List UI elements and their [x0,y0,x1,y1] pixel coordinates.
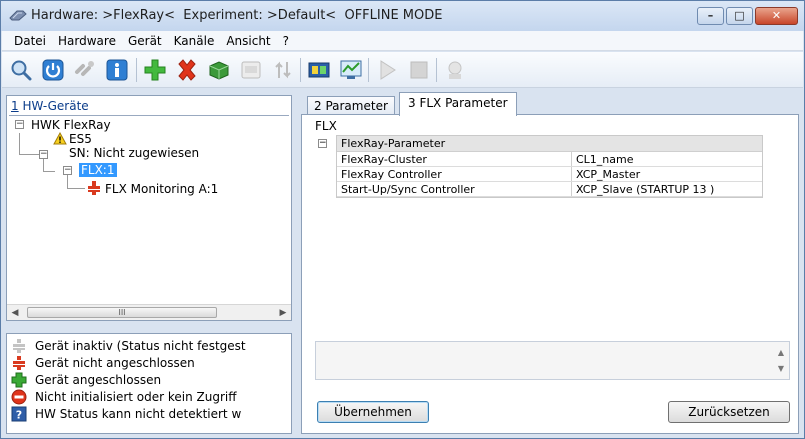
play-icon [374,57,400,83]
panel-title: 1 HW-Geräte [11,99,89,113]
close-icon: ✕ [771,9,782,22]
window-title: Hardware: >FlexRay< Experiment: >Default… [31,8,443,23]
table-row[interactable]: FlexRay-Cluster CL1_name [337,152,762,167]
flx-parameter-panel: FLX − FlexRay-Parameter FlexRay-Cluster … [301,114,799,434]
param-key: FlexRay-Cluster [337,152,572,166]
stop-icon [406,57,432,83]
search-icon[interactable] [8,57,34,83]
minimize-icon: – [707,9,714,22]
collapse-group-icon[interactable]: − [318,139,327,148]
menu-help[interactable]: ? [277,32,295,50]
legend-text-unknown: HW Status kann nicht detektiert w [35,407,242,421]
reset-button[interactable]: Zurücksetzen [668,401,790,423]
close-button[interactable]: ✕ [755,7,798,25]
monitor-icon[interactable] [338,57,364,83]
tree-node-root[interactable]: HWK FlexRay [31,118,111,132]
expand-es5-icon[interactable]: − [39,150,48,159]
section-label: FLX [315,119,337,133]
transfer-icon [270,57,296,83]
menu-kanaele[interactable]: Kanäle [168,32,221,50]
legend-text-not-connected: Gerät nicht angeschlossen [35,356,195,370]
not-connected-icon [11,355,27,371]
param-key: Start-Up/Sync Controller [337,182,572,196]
expand-flx-icon[interactable]: − [63,166,72,175]
expand-root-icon[interactable]: − [15,120,24,129]
legend-text-connected: Gerät angeschlossen [35,373,162,387]
info-icon[interactable] [104,57,130,83]
legend-row-unknown: ? HW Status kann nicht detektiert w [11,406,241,422]
scroll-thumb[interactable]: III [27,307,217,318]
legend-text-no-access: Nicht initialisiert oder kein Zugriff [35,390,237,404]
legend-row-inactive: Gerät inaktiv (Status nicht festgest [11,338,246,354]
table-row[interactable]: Start-Up/Sync Controller XCP_Slave (STAR… [337,182,762,197]
table-row[interactable]: FlexRay Controller XCP_Master [337,167,762,182]
legend-row-no-access: Nicht initialisiert oder kein Zugriff [11,389,237,405]
toolbar [2,52,803,88]
content-area: 1 HW-Geräte − HWK FlexRay − ES5 SN: Nich… [2,89,803,438]
menu-geraet[interactable]: Gerät [122,32,168,50]
delete-icon[interactable] [174,57,200,83]
title-bar: Hardware: >FlexRay< Experiment: >Default… [1,1,804,31]
tab-parameter[interactable]: 2 Parameter [307,96,395,115]
vertical-scrollbar[interactable]: ▲ ▼ [774,344,788,377]
parameter-area: 2 Parameter 3 FLX Parameter FLX − FlexRa… [297,91,801,434]
scroll-down-icon[interactable]: ▼ [774,364,788,373]
warning-icon [53,131,67,146]
param-value[interactable]: CL1_name [572,152,762,166]
parameter-grid: − FlexRay-Parameter FlexRay-Cluster CL1_… [318,135,763,198]
app-icon [9,8,27,22]
param-key: FlexRay Controller [337,167,572,181]
panel-title-text: HW-Geräte [18,99,89,113]
panel-title-number: 1 [11,99,19,113]
device-tree: − HWK FlexRay − ES5 SN: Nicht zugewiesen… [7,116,291,304]
main-window: Hardware: >FlexRay< Experiment: >Default… [0,0,805,439]
module-icon[interactable] [206,57,232,83]
legend-row-connected: Gerät angeschlossen [11,372,161,388]
unknown-status-icon: ? [11,406,27,422]
power-icon[interactable] [40,57,66,83]
inactive-icon [11,338,27,354]
group-header[interactable]: − FlexRay-Parameter [318,136,762,152]
legend-row-not-connected: Gerät nicht angeschlossen [11,355,195,371]
connected-icon [11,372,27,388]
not-connected-icon [87,181,101,195]
tree-node-flx[interactable]: FLX:1 [79,163,117,177]
scroll-up-icon[interactable]: ▲ [774,348,788,357]
apply-button[interactable]: Übernehmen [317,401,429,423]
add-icon[interactable] [142,57,168,83]
disconnect-icon [72,57,98,83]
hardware-config-icon[interactable] [306,57,332,83]
horizontal-scrollbar[interactable]: ◀ III ▶ [7,304,291,320]
group-label: FlexRay-Parameter [341,137,446,150]
tools-icon [442,57,468,83]
tree-node-monitoring[interactable]: FLX Monitoring A:1 [105,182,218,196]
scroll-left-icon[interactable]: ◀ [7,305,23,321]
svg-text:?: ? [16,409,22,422]
legend-text-inactive: Gerät inaktiv (Status nicht festgest [35,339,246,353]
description-box: ▲ ▼ [315,341,790,380]
scroll-right-icon[interactable]: ▶ [275,305,291,321]
menu-bar: Datei Hardware Gerät Kanäle Ansicht ? [2,31,803,51]
tree-node-es5[interactable]: ES5 [69,132,92,146]
maximize-button[interactable]: □ [726,7,753,25]
menu-datei[interactable]: Datei [8,32,52,50]
maximize-icon: □ [734,9,745,22]
minimize-button[interactable]: – [697,7,724,25]
tab-flx-parameter[interactable]: 3 FLX Parameter [399,92,517,116]
param-value[interactable]: XCP_Master [572,167,762,181]
tree-node-sn[interactable]: SN: Nicht zugewiesen [69,146,199,160]
menu-ansicht[interactable]: Ansicht [220,32,276,50]
io-card-icon [238,57,264,83]
no-access-icon [11,389,27,405]
hw-devices-panel: 1 HW-Geräte − HWK FlexRay − ES5 SN: Nich… [6,95,292,321]
param-value[interactable]: XCP_Slave (STARTUP 13 ) [572,182,762,196]
menu-hardware[interactable]: Hardware [52,32,122,50]
status-legend: Gerät inaktiv (Status nicht festgest Ger… [6,333,292,434]
